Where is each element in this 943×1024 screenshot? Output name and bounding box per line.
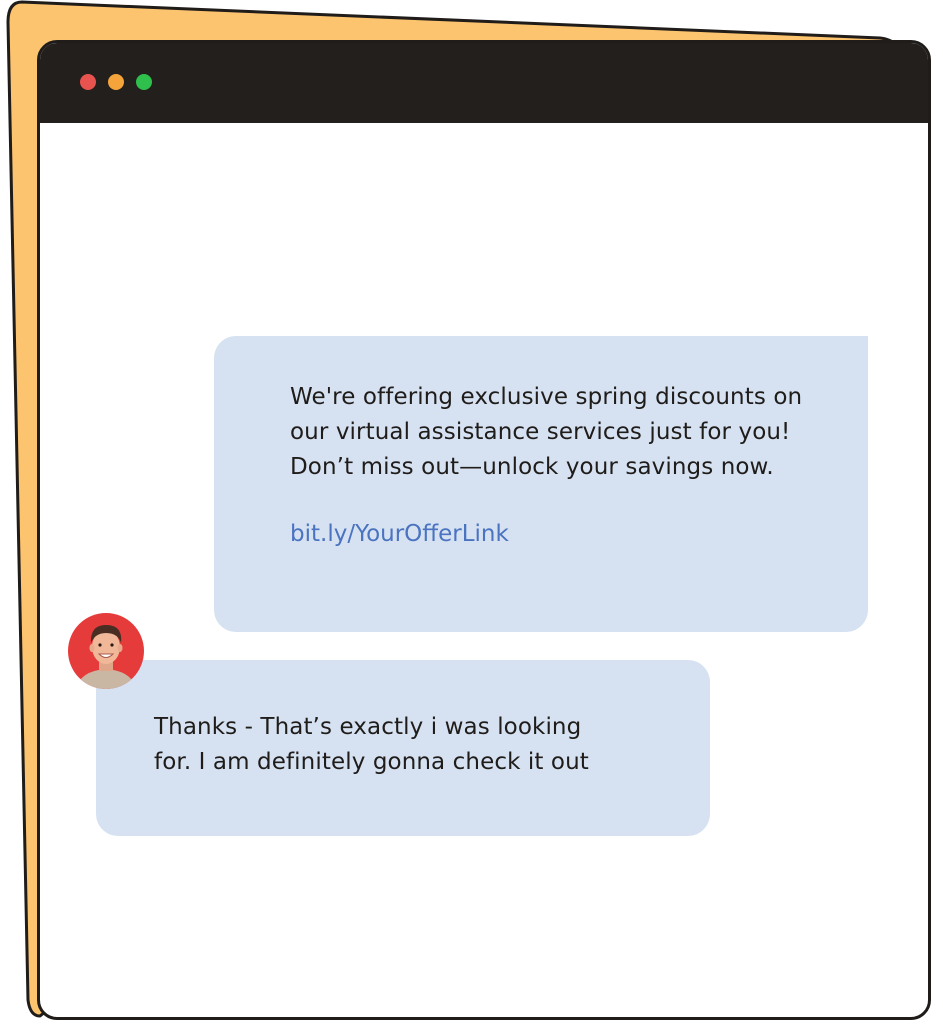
stage: We're offering exclusive spring discount… [0, 0, 943, 1024]
browser-window: We're offering exclusive spring discount… [37, 40, 931, 1020]
maximize-window-button[interactable] [136, 74, 152, 90]
avatar-portrait [68, 613, 144, 689]
window-titlebar [40, 43, 928, 123]
minimize-window-button[interactable] [108, 74, 124, 90]
reply-message-bubble: Thanks - That’s exactly i was looking fo… [96, 660, 710, 836]
offer-link[interactable]: bit.ly/YourOfferLink [290, 517, 509, 552]
avatar-icon [68, 613, 144, 689]
reply-message-text: Thanks - That’s exactly i was looking fo… [154, 714, 589, 775]
close-window-button[interactable] [80, 74, 96, 90]
offer-message-bubble: We're offering exclusive spring discount… [214, 336, 868, 632]
offer-message-text: We're offering exclusive spring discount… [290, 384, 803, 480]
